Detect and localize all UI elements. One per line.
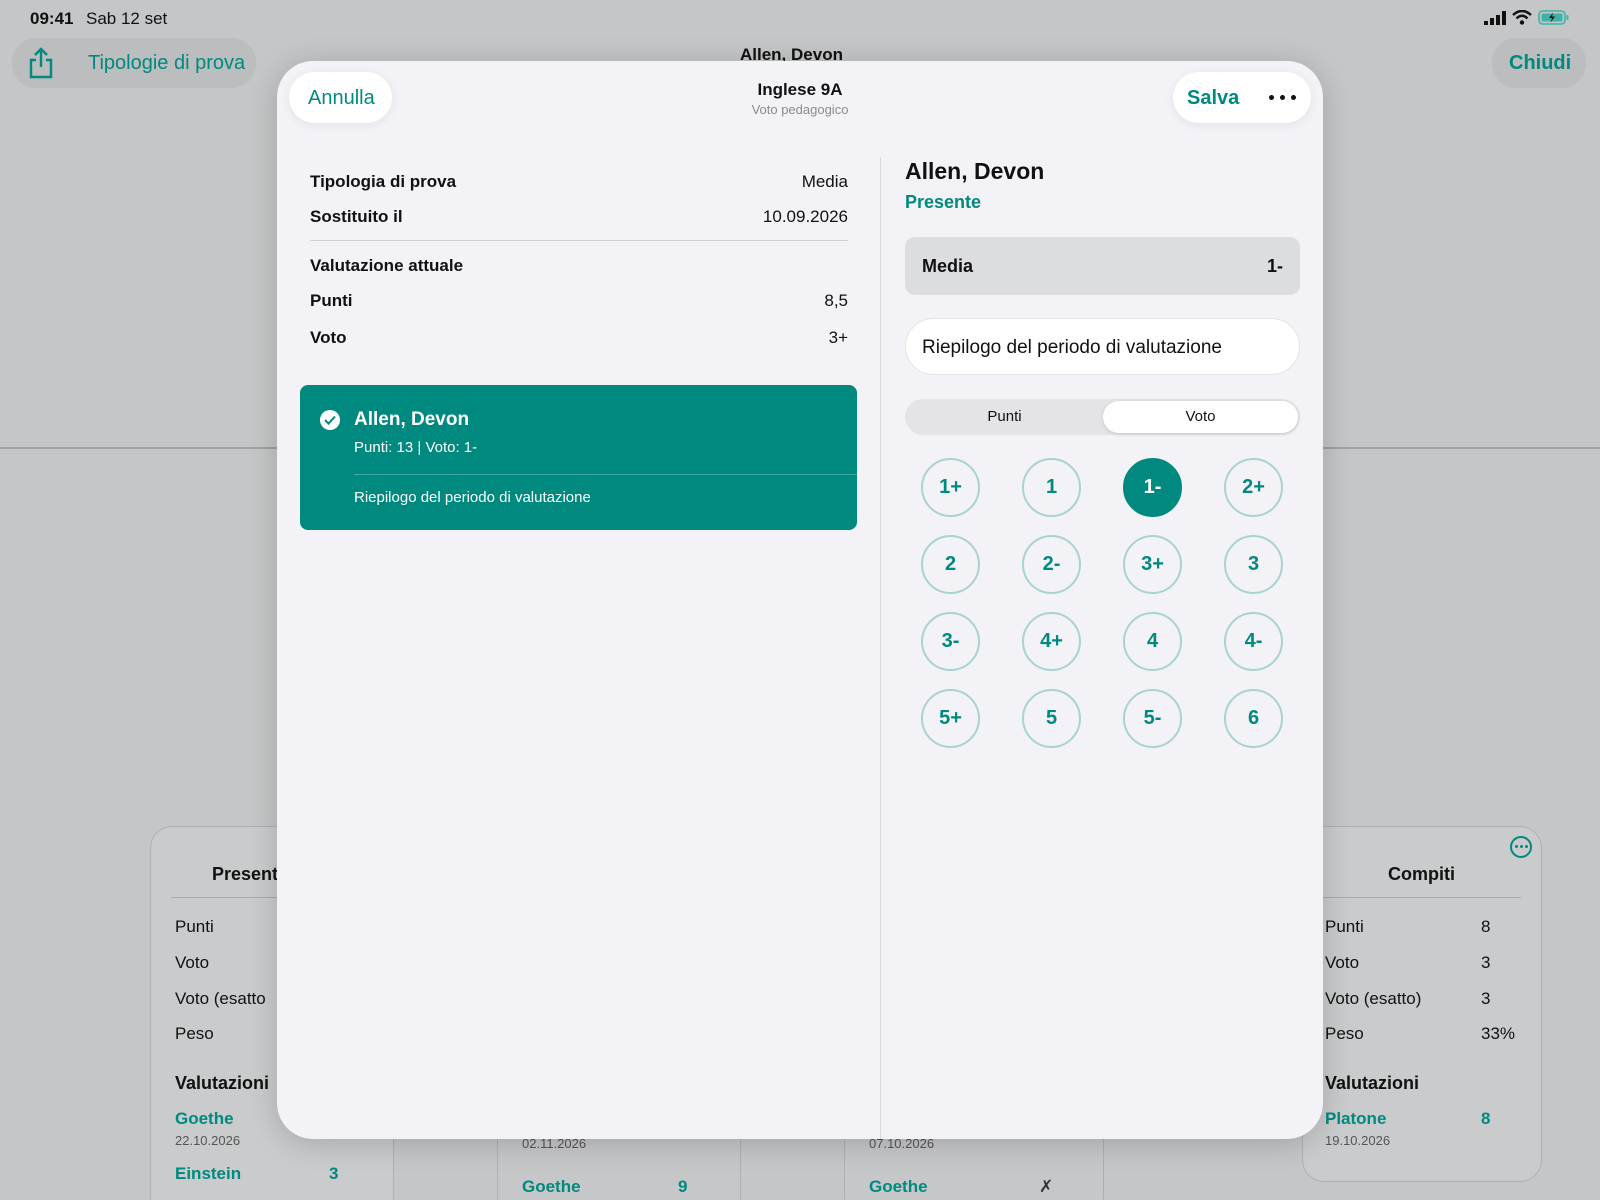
student-summary: Riepilogo del periodo di valutazione bbox=[354, 489, 591, 506]
grade-button[interactable]: 5- bbox=[1123, 689, 1182, 748]
grade-button[interactable]: 6 bbox=[1224, 689, 1283, 748]
pane-divider bbox=[880, 157, 881, 1139]
grade-type-row[interactable]: Media 1- bbox=[905, 237, 1300, 295]
share-button[interactable]: Tipologie di prova bbox=[12, 38, 256, 88]
evaluation-link[interactable]: Goethe bbox=[869, 1177, 928, 1197]
status-icons bbox=[1484, 10, 1570, 25]
grade-button[interactable]: 2 bbox=[921, 535, 980, 594]
segment-grade[interactable]: Voto bbox=[1103, 401, 1298, 433]
grade-button[interactable]: 4- bbox=[1224, 612, 1283, 671]
ellipsis-icon[interactable] bbox=[1269, 95, 1297, 101]
close-label: Chiudi bbox=[1509, 52, 1572, 74]
cross-mark: ✗ bbox=[1039, 1177, 1054, 1196]
checkmark-icon bbox=[320, 410, 340, 430]
signal-icon bbox=[1484, 10, 1506, 25]
close-button[interactable]: Chiudi bbox=[1492, 38, 1586, 88]
grade-button[interactable]: 1 bbox=[1022, 458, 1081, 517]
selected-student-card[interactable]: Allen, Devon Punti: 13 | Voto: 1- Riepil… bbox=[300, 385, 857, 530]
attendance-status[interactable]: Presente bbox=[905, 192, 981, 213]
status-time: 09:41 bbox=[30, 9, 74, 28]
background-card-homework: Compiti Punti 8 Voto 3 Voto (esatto) 3 P… bbox=[1302, 826, 1542, 1182]
card-title: Present bbox=[212, 864, 279, 884]
modal-subtitle: Voto pedagogico bbox=[751, 102, 849, 117]
card-title: Compiti bbox=[1388, 864, 1455, 884]
wifi-icon bbox=[1512, 10, 1532, 25]
more-options-icon[interactable] bbox=[1510, 836, 1532, 858]
grade-button[interactable]: 2+ bbox=[1224, 458, 1283, 517]
evaluation-link[interactable]: Goethe bbox=[522, 1177, 581, 1197]
save-button[interactable]: Salva bbox=[1187, 87, 1239, 110]
summary-field[interactable]: Riepilogo del periodo di valutazione bbox=[905, 318, 1300, 375]
student-detail: Punti: 13 | Voto: 1- bbox=[354, 439, 478, 456]
evaluation-link[interactable]: Platone bbox=[1325, 1109, 1386, 1129]
grade-button[interactable]: 3- bbox=[921, 612, 980, 671]
grade-button[interactable]: 5 bbox=[1022, 689, 1081, 748]
grade-button[interactable]: 3 bbox=[1224, 535, 1283, 594]
modal-title: Inglese 9A bbox=[757, 80, 843, 99]
divider bbox=[310, 240, 848, 241]
grade-button[interactable]: 1+ bbox=[921, 458, 980, 517]
evaluation-link[interactable]: Goethe bbox=[175, 1109, 234, 1129]
grade-button[interactable]: 5+ bbox=[921, 689, 980, 748]
student-name: Allen, Devon bbox=[354, 409, 470, 430]
battery-charging-icon bbox=[1538, 10, 1569, 25]
points-grade-segmented-control: Punti Voto bbox=[905, 399, 1300, 435]
evaluation-link[interactable]: Einstein bbox=[175, 1164, 241, 1184]
student-name-heading: Allen, Devon bbox=[905, 158, 1045, 184]
grade-button[interactable]: 2- bbox=[1022, 535, 1081, 594]
grade-modal: Annulla Inglese 9A Voto pedagogico Salva… bbox=[277, 61, 1323, 1139]
share-icon bbox=[29, 47, 53, 79]
modal-actions: Salva bbox=[1173, 72, 1311, 123]
grade-button[interactable]: 4+ bbox=[1022, 612, 1081, 671]
grade-button[interactable]: 4 bbox=[1123, 612, 1182, 671]
test-types-link[interactable]: Tipologie di prova bbox=[88, 52, 245, 75]
segment-points[interactable]: Punti bbox=[907, 401, 1102, 433]
status-date: Sab 12 set bbox=[86, 9, 168, 28]
status-bar: 09:41 Sab 12 set bbox=[0, 0, 1600, 36]
grade-button[interactable]: 1- bbox=[1123, 458, 1182, 517]
grade-button[interactable]: 3+ bbox=[1123, 535, 1182, 594]
